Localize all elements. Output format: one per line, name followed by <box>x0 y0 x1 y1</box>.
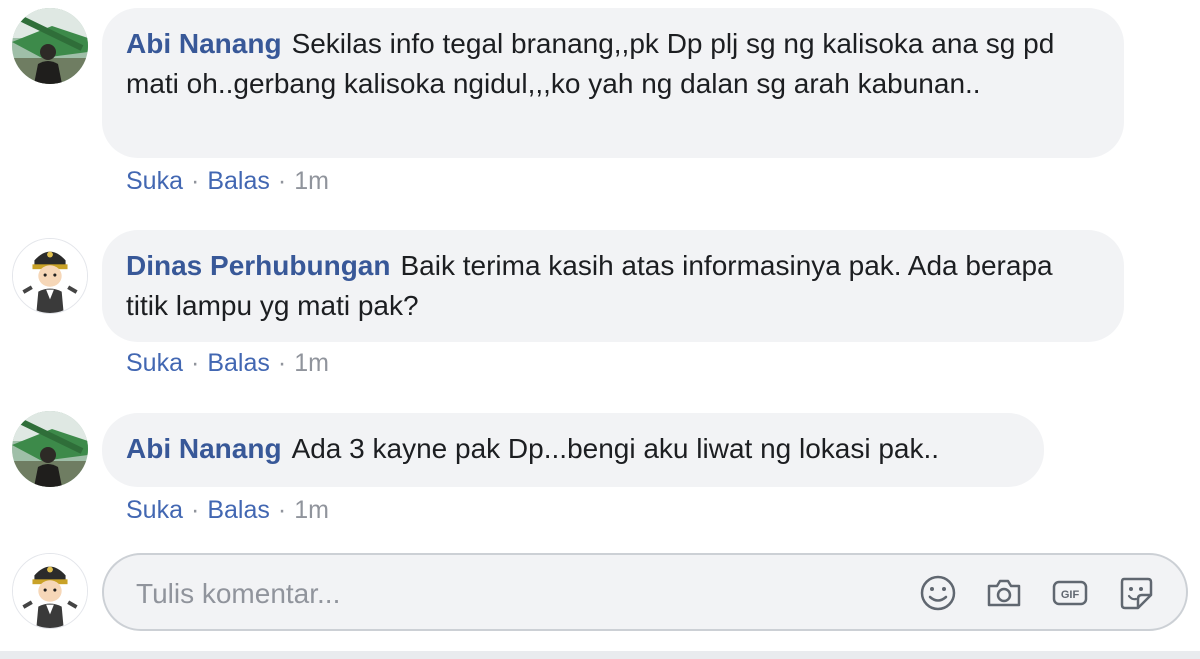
divider <box>0 651 1200 659</box>
comment-input-box[interactable]: GIF <box>102 553 1188 631</box>
officer-avatar-icon <box>13 554 87 628</box>
reply-link[interactable]: Balas <box>207 167 270 195</box>
comment-composer: GIF <box>12 553 1200 633</box>
comment: Dinas Perhubungan Baik terima kasih atas … <box>12 230 1200 380</box>
profile-photo-icon <box>12 411 88 487</box>
comment: Abi Nanang Ada 3 kayne pak Dp...bengi aku… <box>12 411 1200 531</box>
comment-actions: Suka · Balas · 1m <box>126 348 329 378</box>
like-link[interactable]: Suka <box>126 349 183 377</box>
like-link[interactable]: Suka <box>126 496 183 524</box>
reply-link[interactable]: Balas <box>207 496 270 524</box>
comment-author[interactable]: Dinas Perhubungan <box>126 250 390 281</box>
gif-icon[interactable]: GIF <box>1048 571 1092 615</box>
svg-text:GIF: GIF <box>1061 589 1080 601</box>
reply-link[interactable]: Balas <box>207 349 270 377</box>
comment-bubble: Dinas Perhubungan Baik terima kasih atas … <box>102 230 1124 342</box>
comment-bubble: Abi Nanang Ada 3 kayne pak Dp...bengi aku… <box>102 413 1044 487</box>
avatar <box>12 553 88 629</box>
officer-avatar-icon <box>13 239 87 313</box>
like-link[interactable]: Suka <box>126 167 183 195</box>
comment-author[interactable]: Abi Nanang <box>126 433 282 464</box>
composer-icons: GIF <box>916 571 1158 615</box>
separator: · <box>277 349 287 377</box>
comment-thread: Abi Nanang Sekilas info tegal branang,,pk… <box>0 0 1200 659</box>
comment: Abi Nanang Sekilas info tegal branang,,pk… <box>12 8 1200 198</box>
emoji-icon[interactable] <box>916 571 960 615</box>
comment-author[interactable]: Abi Nanang <box>126 28 282 59</box>
comment-time[interactable]: 1m <box>294 496 329 524</box>
separator: · <box>190 496 200 524</box>
separator: · <box>277 496 287 524</box>
comment-actions: Suka · Balas · 1m <box>126 166 329 196</box>
separator: · <box>190 349 200 377</box>
avatar[interactable] <box>12 238 88 314</box>
comment-time[interactable]: 1m <box>294 349 329 377</box>
avatar[interactable] <box>12 8 88 84</box>
camera-icon[interactable] <box>982 571 1026 615</box>
comment-text: Ada 3 kayne pak Dp...bengi aku liwat ng … <box>291 433 940 464</box>
comment-bubble: Abi Nanang Sekilas info tegal branang,,pk… <box>102 8 1124 158</box>
comment-input[interactable] <box>134 573 858 615</box>
profile-photo-icon <box>12 8 88 84</box>
separator: · <box>190 167 200 195</box>
avatar[interactable] <box>12 411 88 487</box>
comment-actions: Suka · Balas · 1m <box>126 495 329 525</box>
sticker-icon[interactable] <box>1114 571 1158 615</box>
separator: · <box>277 167 287 195</box>
comment-time[interactable]: 1m <box>294 167 329 195</box>
